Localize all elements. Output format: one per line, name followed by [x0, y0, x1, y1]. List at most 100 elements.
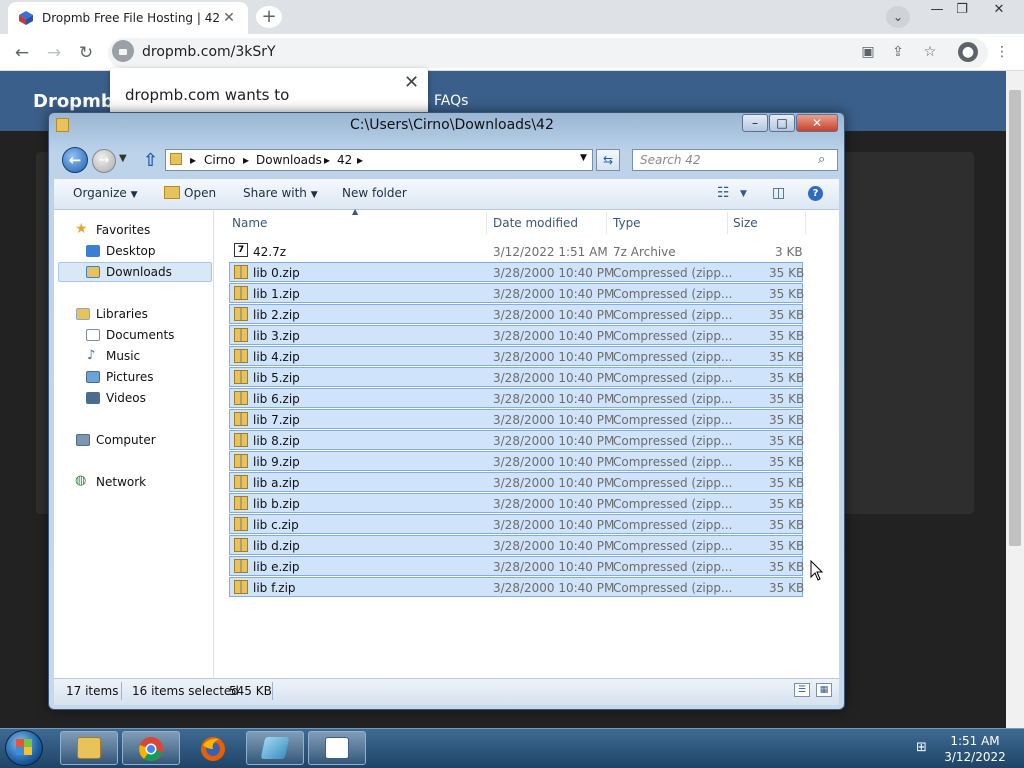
lock-icon[interactable] — [112, 40, 134, 62]
documents-icon — [86, 329, 100, 341]
file-name[interactable]: lib 4.zip — [253, 350, 300, 364]
explorer-close-button[interactable]: ✕ — [796, 114, 838, 132]
history-dropdown-icon[interactable]: ▼ — [119, 153, 127, 164]
blocked-popup-icon[interactable]: ▣ — [858, 42, 878, 62]
network-tray-icon[interactable]: ⊞ — [916, 740, 927, 755]
nav-item-desktop[interactable]: Desktop — [106, 244, 156, 258]
tab-title: Dropmb Free File Hosting | 42.zip — [42, 11, 220, 25]
tab-search-icon[interactable]: ⌄ — [886, 6, 910, 28]
forward-button-icon[interactable]: → — [92, 149, 116, 173]
zip-folder-icon — [234, 454, 248, 468]
zip-folder-icon — [234, 265, 248, 279]
up-folder-icon[interactable]: ⇧ — [143, 150, 158, 171]
file-size: 3 KB — [775, 245, 803, 259]
file-name[interactable]: lib 8.zip — [253, 434, 300, 448]
organize-menu[interactable]: Organize ▼ — [73, 186, 138, 200]
open-folder-icon[interactable] — [164, 186, 180, 199]
forward-arrow-icon[interactable]: → — [42, 41, 66, 65]
page-scrollbar-thumb[interactable] — [1009, 90, 1021, 546]
profile-avatar-icon[interactable]: ● — [958, 42, 978, 62]
file-name[interactable]: lib 6.zip — [253, 392, 300, 406]
new-folder-button[interactable]: New folder — [342, 186, 407, 200]
explorer-maximize-button[interactable]: □ — [769, 114, 795, 132]
nav-item-libraries[interactable]: Libraries — [96, 307, 148, 321]
view-dropdown-icon[interactable]: ▼ — [740, 189, 747, 199]
tab-close-icon[interactable]: ✕ — [220, 10, 238, 26]
nav-item-documents[interactable]: Documents — [106, 328, 174, 342]
explorer-minimize-button[interactable]: – — [742, 114, 768, 132]
file-name[interactable]: lib e.zip — [253, 560, 300, 574]
column-header-date-modified[interactable]: Date modified — [493, 216, 578, 230]
bookmark-star-icon[interactable]: ☆ — [920, 42, 940, 62]
breadcrumb-separator-icon[interactable]: ▸ — [190, 153, 196, 167]
address-dropdown-icon[interactable]: ▼ — [580, 153, 587, 163]
column-divider[interactable] — [727, 212, 728, 234]
file-name[interactable]: lib 5.zip — [253, 371, 300, 385]
nav-item-videos[interactable]: Videos — [106, 391, 146, 405]
notification-close-icon[interactable]: ✕ — [404, 72, 419, 93]
menu-kebab-icon[interactable]: ⋮ — [992, 42, 1012, 62]
file-name[interactable]: lib c.zip — [253, 518, 299, 532]
help-icon[interactable]: ? — [808, 186, 823, 201]
new-tab-button[interactable]: + — [256, 6, 282, 28]
url-text[interactable]: dropmb.com/3kSrY — [142, 44, 276, 60]
file-name[interactable]: lib 9.zip — [253, 455, 300, 469]
file-type: Compressed (zipp... — [613, 287, 733, 301]
file-type: Compressed (zipp... — [613, 308, 733, 322]
refresh-icon[interactable]: ⇆ — [596, 149, 620, 171]
column-divider[interactable] — [486, 212, 487, 234]
column-header-size[interactable]: Size — [733, 216, 758, 230]
file-type: Compressed (zipp... — [613, 350, 733, 364]
back-button-icon[interactable]: ← — [62, 147, 88, 173]
status-divider — [121, 682, 122, 700]
breadcrumb-cirno[interactable]: Cirno — [204, 153, 235, 167]
file-name[interactable]: lib a.zip — [253, 476, 300, 490]
column-divider[interactable] — [805, 212, 806, 234]
breadcrumb-separator-icon[interactable]: ▸ — [324, 153, 330, 167]
file-name[interactable]: lib f.zip — [253, 581, 296, 595]
firefox-icon[interactable] — [199, 735, 227, 763]
window-close-button[interactable]: ✕ — [984, 0, 1014, 22]
file-name[interactable]: lib 7.zip — [253, 413, 300, 427]
breadcrumb-downloads[interactable]: Downloads — [256, 153, 322, 167]
column-header-type[interactable]: Type — [613, 216, 641, 230]
file-size: 35 KB — [769, 581, 805, 595]
file-name[interactable]: lib d.zip — [253, 539, 300, 553]
browser-tab[interactable]: Dropmb Free File Hosting | 42.zip ✕ — [8, 2, 248, 34]
breadcrumb-separator-icon[interactable]: ▸ — [243, 153, 249, 167]
reload-icon[interactable]: ↻ — [74, 41, 98, 65]
nav-item-computer[interactable]: Computer — [96, 433, 156, 447]
share-icon[interactable]: ⇪ — [888, 42, 908, 62]
status-selection-size: 545 KB — [229, 684, 272, 698]
share-with-menu[interactable]: Share with ▼ — [243, 186, 318, 200]
file-name[interactable]: lib 1.zip — [253, 287, 300, 301]
file-name[interactable]: lib 2.zip — [253, 308, 300, 322]
column-header-name[interactable]: Name — [232, 216, 267, 230]
nav-item-network[interactable]: Network — [96, 475, 146, 489]
breadcrumb-separator-icon[interactable]: ▸ — [357, 153, 363, 167]
taskbar-clock[interactable]: 1:51 AM 3/12/2022 — [940, 733, 1010, 765]
window-restore-button[interactable]: ❐ — [947, 0, 977, 22]
preview-pane-icon[interactable]: ◫ — [772, 185, 785, 201]
nav-item-favorites[interactable]: Favorites — [96, 223, 150, 237]
file-name[interactable]: lib b.zip — [253, 497, 300, 511]
file-size: 35 KB — [769, 266, 805, 280]
breadcrumb-42[interactable]: 42 — [337, 153, 352, 167]
file-name[interactable]: lib 0.zip — [253, 266, 300, 280]
details-view-icon[interactable]: ☰ — [794, 683, 810, 697]
file-name[interactable]: 42.7z — [253, 245, 286, 259]
back-arrow-icon[interactable]: ← — [10, 41, 34, 65]
file-size: 35 KB — [769, 455, 805, 469]
change-view-icon[interactable]: ☷ — [717, 185, 730, 201]
nav-item-pictures[interactable]: Pictures — [106, 370, 154, 384]
site-brand[interactable]: Dropmb — [33, 91, 114, 112]
nav-item-downloads[interactable]: Downloads — [106, 265, 172, 279]
column-divider[interactable] — [606, 212, 607, 234]
open-button[interactable]: Open — [184, 186, 216, 200]
thumbnail-view-icon[interactable]: ▦ — [816, 683, 832, 697]
file-name[interactable]: lib 3.zip — [253, 329, 300, 343]
nav-item-music[interactable]: Music — [106, 349, 140, 363]
search-icon[interactable]: ⌕ — [818, 152, 825, 167]
site-nav-faqs[interactable]: FAQs — [434, 93, 468, 109]
file-type: Compressed (zipp... — [613, 329, 733, 343]
